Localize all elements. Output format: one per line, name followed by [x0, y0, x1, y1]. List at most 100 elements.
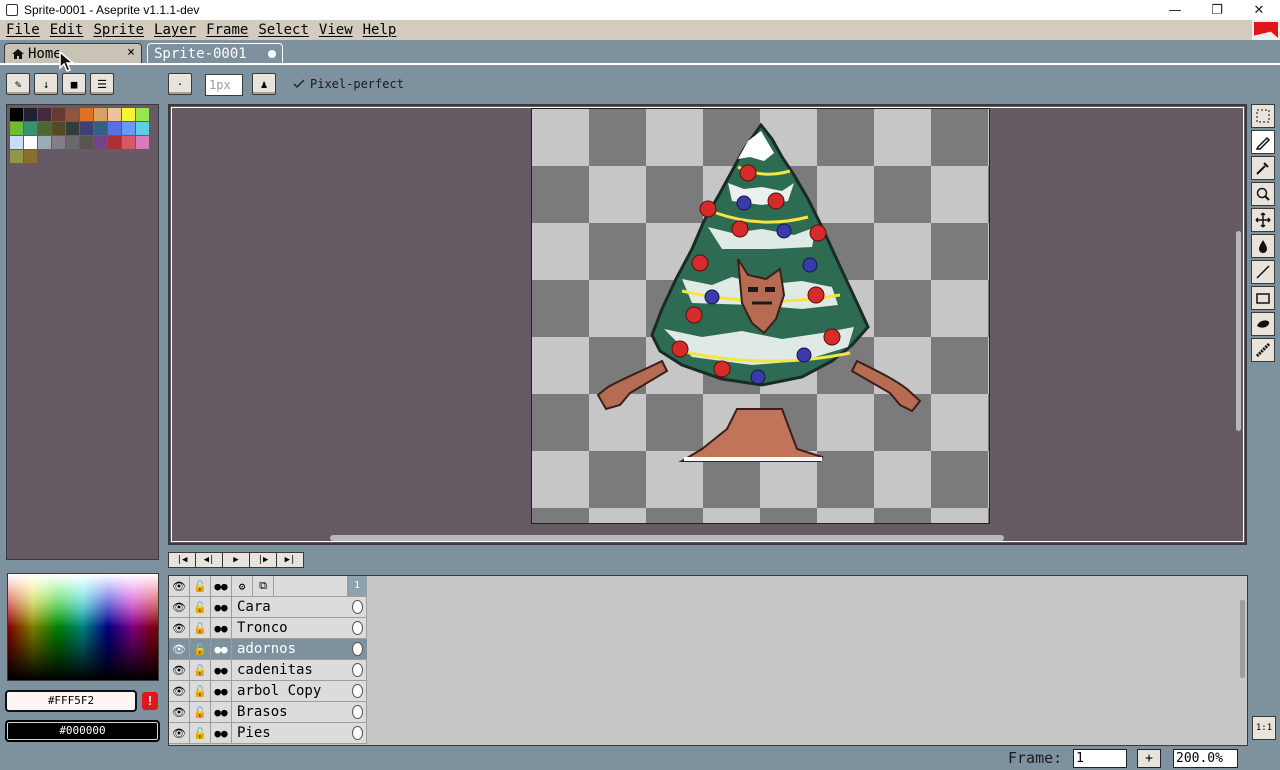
cel[interactable]: [347, 660, 367, 681]
cel[interactable]: [347, 681, 367, 702]
brush-mode-icon[interactable]: ✎: [6, 73, 30, 95]
palette-swatch[interactable]: [136, 122, 149, 135]
cel[interactable]: [347, 597, 367, 618]
palette-swatch[interactable]: [10, 136, 23, 149]
palette-swatch[interactable]: [24, 136, 37, 149]
menu-help[interactable]: Help: [359, 22, 401, 38]
palette-swatch[interactable]: [24, 108, 37, 121]
onion-skin-icon[interactable]: ●●: [211, 660, 232, 680]
foreground-color-field[interactable]: #FFF5F2: [5, 690, 137, 712]
cel[interactable]: [347, 723, 367, 744]
onion-skin-icon[interactable]: ●●: [211, 681, 232, 701]
rectangle-tool-icon[interactable]: [1251, 286, 1275, 310]
menu-layer[interactable]: Layer: [150, 22, 200, 38]
color-spectrum[interactable]: [7, 573, 159, 681]
onion-skin-icon[interactable]: ●●: [211, 723, 232, 743]
palette-swatch[interactable]: [38, 136, 51, 149]
lock-icon[interactable]: 🔓: [190, 597, 211, 617]
ink-down-icon[interactable]: ↓: [34, 73, 58, 95]
palette-swatch[interactable]: [94, 122, 107, 135]
blur-tool-icon[interactable]: [1251, 338, 1275, 362]
frame-input[interactable]: 1: [1073, 749, 1127, 768]
layer-icon[interactable]: ■: [62, 73, 86, 95]
minimize-button[interactable]: —: [1154, 0, 1196, 20]
play-icon[interactable]: ▶: [222, 552, 250, 568]
background-color-field[interactable]: #000000: [5, 720, 160, 742]
eye-icon[interactable]: 👁: [169, 597, 190, 617]
eye-icon[interactable]: 👁: [169, 639, 190, 659]
palette-swatch[interactable]: [52, 122, 65, 135]
palette-swatch[interactable]: [66, 122, 79, 135]
menu-lines-icon[interactable]: ☰: [90, 73, 114, 95]
sprite-canvas[interactable]: [531, 108, 990, 524]
layer-row[interactable]: 👁 🔓 ●● Brasos: [169, 702, 367, 723]
pixel-perfect-checkbox[interactable]: Pixel-perfect: [293, 77, 404, 91]
layer-row[interactable]: 👁 🔓 ●● arbol Copy: [169, 681, 367, 702]
link-cels-icon[interactable]: ⧉: [253, 576, 274, 596]
eye-icon[interactable]: 👁: [169, 702, 190, 722]
gear-icon[interactable]: ⚙: [232, 576, 253, 596]
add-frame-button[interactable]: +: [1137, 749, 1161, 768]
lock-icon[interactable]: 🔓: [190, 681, 211, 701]
close-window-button[interactable]: ✕: [1238, 0, 1280, 20]
palette-swatch[interactable]: [24, 122, 37, 135]
palette-swatch[interactable]: [38, 108, 51, 121]
eyedropper-tool-icon[interactable]: [1251, 156, 1275, 180]
palette-swatch[interactable]: [136, 136, 149, 149]
palette-swatch[interactable]: [10, 122, 23, 135]
zoom-tool-icon[interactable]: [1251, 182, 1275, 206]
eye-icon[interactable]: 👁: [169, 660, 190, 680]
cel[interactable]: [347, 639, 367, 660]
palette-swatch[interactable]: [108, 136, 121, 149]
previous-frame-icon[interactable]: ◀|: [195, 552, 223, 568]
palette-swatch[interactable]: [66, 108, 79, 121]
lock-header-icon[interactable]: 🔓: [190, 576, 211, 596]
eye-icon[interactable]: 👁: [169, 723, 190, 743]
palette-swatch[interactable]: [108, 122, 121, 135]
layer-row[interactable]: 👁 🔓 ●● cadenitas: [169, 660, 367, 681]
palette-swatch[interactable]: [10, 108, 23, 121]
palette-swatch[interactable]: [80, 122, 93, 135]
layer-row[interactable]: 👁 🔓 ●● Tronco: [169, 618, 367, 639]
palette-swatch[interactable]: [80, 108, 93, 121]
tab-close-icon[interactable]: ×: [127, 45, 135, 60]
tab-sprite[interactable]: Sprite-0001: [147, 43, 283, 63]
paint-bucket-tool-icon[interactable]: [1251, 234, 1275, 258]
palette-swatch[interactable]: [94, 136, 107, 149]
layer-row[interactable]: 👁 🔓 ●● adornos: [169, 639, 367, 660]
onion-header-icon[interactable]: ●●: [211, 576, 232, 596]
menu-frame[interactable]: Frame: [202, 22, 252, 38]
palette-swatch[interactable]: [24, 150, 37, 163]
zoom-input[interactable]: 200.0%: [1173, 749, 1238, 768]
palette-swatch[interactable]: [52, 136, 65, 149]
visibility-header-icon[interactable]: 👁: [169, 576, 190, 596]
lock-icon[interactable]: 🔓: [190, 702, 211, 722]
menu-file[interactable]: File: [2, 22, 44, 38]
ink-type-icon[interactable]: ♟: [252, 73, 276, 95]
palette-swatch[interactable]: [122, 122, 135, 135]
contour-tool-icon[interactable]: [1251, 312, 1275, 336]
timeline-scrollbar[interactable]: [1240, 600, 1245, 678]
onion-skin-icon[interactable]: ●●: [211, 639, 232, 659]
line-tool-icon[interactable]: [1251, 260, 1275, 284]
palette-swatch[interactable]: [38, 122, 51, 135]
frame-header[interactable]: 1: [347, 576, 367, 597]
cel[interactable]: [347, 618, 367, 639]
palette-swatch[interactable]: [136, 108, 149, 121]
maximize-button[interactable]: ❐: [1196, 0, 1238, 20]
lock-icon[interactable]: 🔓: [190, 660, 211, 680]
eye-icon[interactable]: 👁: [169, 681, 190, 701]
palette-swatch[interactable]: [66, 136, 79, 149]
brush-type-icon[interactable]: ·: [168, 73, 192, 95]
menu-select[interactable]: Select: [254, 22, 313, 38]
marquee-tool-icon[interactable]: [1251, 104, 1275, 128]
move-tool-icon[interactable]: [1251, 208, 1275, 232]
palette-swatch[interactable]: [122, 136, 135, 149]
palette-swatch[interactable]: [52, 108, 65, 121]
first-frame-icon[interactable]: |◀: [168, 552, 196, 568]
onion-skin-icon[interactable]: ●●: [211, 618, 232, 638]
cel[interactable]: [347, 702, 367, 723]
eye-icon[interactable]: 👁: [169, 618, 190, 638]
palette-swatch[interactable]: [94, 108, 107, 121]
menu-view[interactable]: View: [315, 22, 357, 38]
